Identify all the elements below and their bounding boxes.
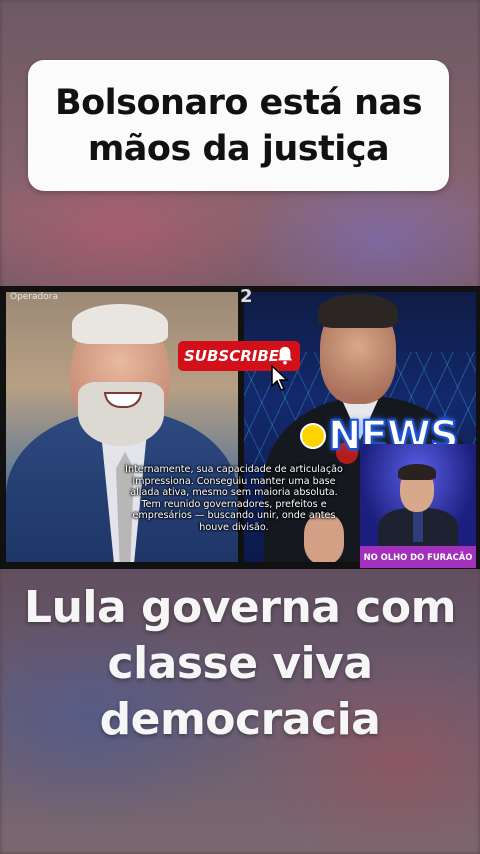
subscribe-label: SUBSCRIBE xyxy=(184,347,280,365)
right-man-hair xyxy=(318,294,398,328)
anchor-hair xyxy=(398,464,436,480)
top-headline: Bolsonaro está nas mãos da justiça xyxy=(54,82,423,169)
anchor-label-bar: NO OLHO DO FURACÃO xyxy=(360,546,476,568)
video-frame[interactable]: Operadora 2 SUBSCRIBE NEWS Internamente,… xyxy=(0,286,480,569)
operator-label: Operadora xyxy=(10,292,58,302)
panel-number: 2 xyxy=(240,286,253,307)
news-anchor-inset: NO OLHO DO FURACÃO xyxy=(360,444,476,568)
anchor-label: NO OLHO DO FURACÃO xyxy=(363,552,473,562)
top-headline-card: Bolsonaro está nas mãos da justiça xyxy=(28,60,449,191)
anchor-tie xyxy=(413,510,423,542)
video-caption: Internamente, sua capacidade de articula… xyxy=(125,464,343,533)
news-dot-icon xyxy=(300,423,326,449)
left-man-hair xyxy=(72,304,168,344)
cursor-icon xyxy=(271,364,289,391)
bell-icon xyxy=(277,346,293,365)
bottom-headline: Lula governa com classe viva democracia xyxy=(24,582,456,745)
